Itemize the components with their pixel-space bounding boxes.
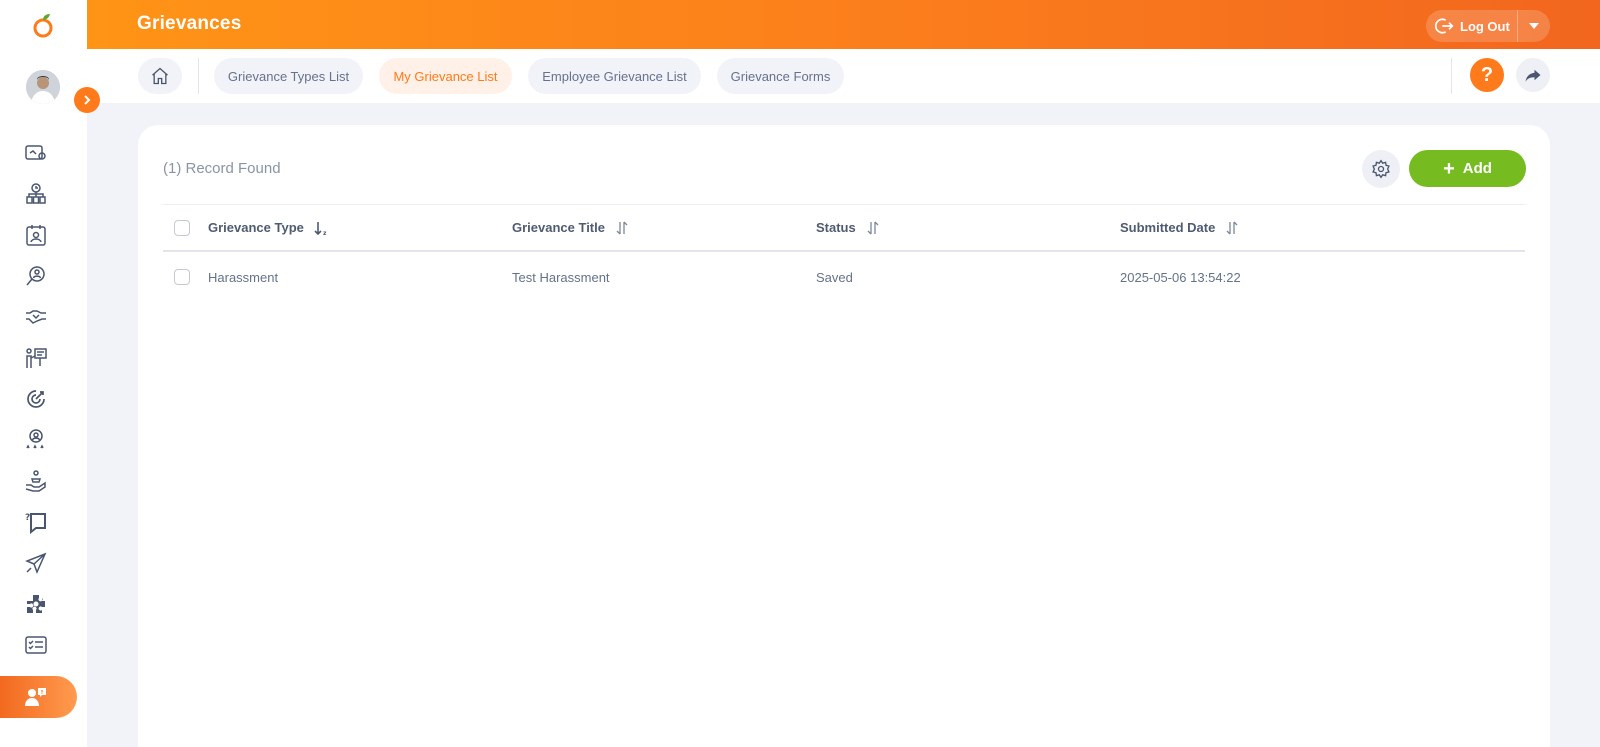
- time-org-icon[interactable]: [24, 182, 48, 206]
- performance-target-icon[interactable]: [24, 387, 48, 411]
- sidebar-item-grievances[interactable]: [0, 676, 77, 718]
- home-button[interactable]: [138, 58, 182, 94]
- gear-icon: [1372, 159, 1390, 179]
- column-label: Grievance Title: [512, 220, 605, 235]
- record-count: (1) Record Found: [163, 160, 281, 177]
- row-checkbox[interactable]: [174, 269, 190, 285]
- grievance-table: Grievance Type z Grievance Title Status …: [163, 204, 1525, 302]
- table-header: Grievance Type z Grievance Title Status …: [163, 204, 1525, 252]
- chevron-right-icon: [84, 95, 91, 105]
- benefits-icon[interactable]: [24, 469, 48, 493]
- app-header: [87, 0, 1600, 49]
- tasks-checklist-icon[interactable]: [24, 633, 48, 657]
- page-title: Grievances: [137, 13, 242, 34]
- table-row[interactable]: Harassment Test Harassment Saved 2025-05…: [163, 252, 1525, 302]
- sidebar-expand-button[interactable]: [74, 87, 100, 113]
- avatar[interactable]: [26, 70, 60, 104]
- sort-icon[interactable]: [866, 220, 880, 236]
- travel-icon[interactable]: [24, 551, 48, 575]
- sort-icon[interactable]: [615, 220, 629, 236]
- table-settings-button[interactable]: [1362, 150, 1400, 188]
- svg-text:?: ?: [25, 513, 30, 523]
- training-presentation-icon[interactable]: [24, 346, 48, 370]
- plus-icon: +: [1443, 157, 1455, 180]
- column-status[interactable]: Status: [816, 205, 880, 250]
- column-label: Status: [816, 220, 856, 235]
- orange-logo: [30, 11, 56, 39]
- recruitment-search-icon[interactable]: [24, 264, 48, 288]
- tab-my-grievance-list[interactable]: My Grievance List: [379, 58, 512, 94]
- caret-down-icon: [1529, 23, 1539, 29]
- helpdesk-icon[interactable]: ?: [24, 510, 48, 534]
- help-button[interactable]: ?: [1470, 58, 1504, 92]
- topbar-divider-right: [1451, 58, 1452, 94]
- add-button[interactable]: + Add: [1409, 150, 1526, 187]
- settings-puzzle-icon[interactable]: [24, 592, 48, 616]
- cell-grievance-title: Test Harassment: [512, 269, 610, 285]
- logout-button[interactable]: Log Out: [1426, 10, 1518, 42]
- share-arrow-icon: [1525, 69, 1541, 82]
- select-all-checkbox[interactable]: [174, 219, 190, 236]
- grievance-icon: [25, 688, 46, 706]
- column-grievance-title[interactable]: Grievance Title: [512, 205, 629, 250]
- select-all-cell: [174, 205, 190, 250]
- sort-ascending-icon[interactable]: z: [314, 220, 328, 236]
- cell-status: Saved: [816, 269, 853, 285]
- tab-grievance-types-list[interactable]: Grievance Types List: [214, 58, 363, 94]
- add-label: Add: [1462, 160, 1492, 177]
- leave-calendar-icon[interactable]: [24, 223, 48, 247]
- svg-text:z: z: [323, 230, 327, 236]
- home-icon: [152, 67, 168, 85]
- logout-group: Log Out: [1426, 10, 1550, 42]
- dashboard-settings-icon[interactable]: [24, 141, 48, 165]
- logout-dropdown-button[interactable]: [1518, 10, 1550, 42]
- column-label: Submitted Date: [1120, 220, 1216, 235]
- logout-label: Log Out: [1460, 18, 1510, 34]
- logout-icon: [1435, 18, 1454, 34]
- topbar-divider: [198, 58, 199, 94]
- tab-employee-grievance-list[interactable]: Employee Grievance List: [528, 58, 701, 94]
- onboarding-handshake-icon[interactable]: [24, 305, 48, 329]
- column-label: Grievance Type: [208, 220, 304, 235]
- sidebar: ?: [0, 0, 87, 747]
- competency-icon[interactable]: [24, 428, 48, 452]
- cell-submitted-date: 2025-05-06 13:54:22: [1120, 269, 1241, 285]
- share-button[interactable]: [1516, 58, 1550, 92]
- column-grievance-type[interactable]: Grievance Type z: [208, 205, 328, 250]
- cell-grievance-type: Harassment: [208, 269, 279, 285]
- sort-icon[interactable]: [1225, 220, 1239, 236]
- tab-grievance-forms[interactable]: Grievance Forms: [717, 58, 844, 94]
- row-select-cell: [174, 252, 190, 302]
- column-submitted-date[interactable]: Submitted Date: [1120, 205, 1239, 250]
